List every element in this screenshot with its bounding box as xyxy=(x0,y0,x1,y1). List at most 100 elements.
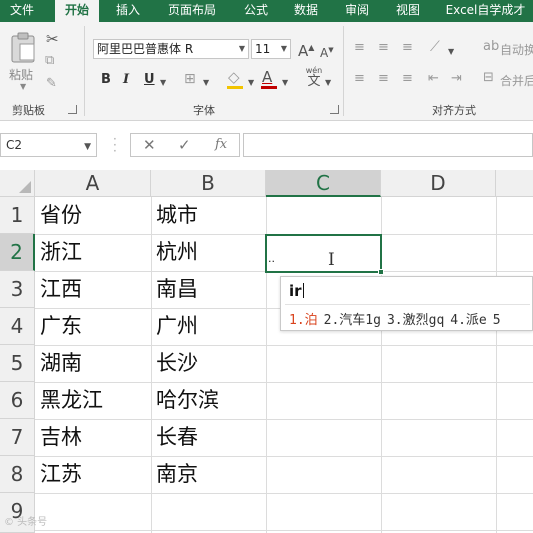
row-header[interactable]: 8 xyxy=(0,456,35,493)
cell-a4[interactable]: 广东 xyxy=(35,308,151,345)
ime-candidate[interactable]: 1.泊 xyxy=(289,313,318,328)
cut-icon[interactable]: ✂ xyxy=(46,32,59,47)
font-launcher-icon[interactable] xyxy=(330,105,339,114)
ime-candidate[interactable]: 5 xyxy=(493,313,501,328)
cell-b6[interactable]: 哈尔滨 xyxy=(151,382,266,419)
tab-file[interactable]: 文件 xyxy=(0,0,44,22)
alignment-group-label: 对齐方式 xyxy=(432,104,476,117)
ribbon: 粘贴 ▼ ✂ ⧉ ✎ 剪贴板 阿里巴巴普惠体 R ▼ 11 ▼ A▲ A▼ B … xyxy=(0,22,533,121)
align-top-icon[interactable]: ≡ xyxy=(354,41,365,55)
increase-indent-icon[interactable]: ⇥ xyxy=(451,72,462,86)
column-header-c[interactable]: C xyxy=(266,170,381,197)
paste-button[interactable]: 粘贴 ▼ xyxy=(6,32,40,91)
ime-candidate-list: 1.泊 2.汽车1g 3.激烈gq 4.派e 5 xyxy=(289,309,507,328)
align-right-icon[interactable]: ≡ xyxy=(402,72,413,86)
font-name-select[interactable]: 阿里巴巴普惠体 R ▼ xyxy=(93,39,249,59)
column-header-b[interactable]: B xyxy=(151,170,266,197)
font-color-icon[interactable]: A xyxy=(262,70,272,85)
tab-insert[interactable]: 插入 xyxy=(106,0,150,22)
cell-b3[interactable]: 南昌 xyxy=(151,271,266,308)
wrap-text-label[interactable]: 自动换 xyxy=(500,41,533,58)
align-bottom-icon[interactable]: ≡ xyxy=(402,41,413,55)
ribbon-tabbar: 文件 开始 插入 页面布局 公式 数据 审阅 视图 Excel自学成才 xyxy=(0,0,533,22)
row-header[interactable]: 5 xyxy=(0,345,35,382)
chevron-down-icon[interactable]: ▼ xyxy=(282,76,288,90)
tab-page-layout[interactable]: 页面布局 xyxy=(160,0,224,22)
cell-b5[interactable]: 长沙 xyxy=(151,345,266,382)
clipboard-launcher-icon[interactable] xyxy=(68,105,77,114)
phonetic-guide-button[interactable]: wén 文 xyxy=(302,66,326,92)
font-group-label: 字体 xyxy=(193,104,215,117)
row-header[interactable]: 3 xyxy=(0,271,35,308)
increase-font-icon[interactable]: A▲ xyxy=(298,41,314,59)
fill-handle[interactable] xyxy=(378,269,384,275)
cell-a1[interactable]: 省份 xyxy=(35,197,151,234)
insert-function-icon[interactable]: fx xyxy=(215,137,227,152)
row-header[interactable]: 7 xyxy=(0,419,35,456)
column-header-e[interactable] xyxy=(496,170,533,197)
cell-b4[interactable]: 广州 xyxy=(151,308,266,345)
row-header[interactable]: 4 xyxy=(0,308,35,345)
row-header[interactable]: 2 xyxy=(0,234,35,271)
group-divider xyxy=(343,26,344,116)
tab-excel-self-learning[interactable]: Excel自学成才 xyxy=(438,0,533,22)
merge-center-label[interactable]: 合并后 xyxy=(500,72,533,89)
enter-icon[interactable]: ✓ xyxy=(178,136,191,154)
orientation-icon[interactable]: ⟋ xyxy=(430,40,440,54)
chevron-down-icon[interactable]: ▼ xyxy=(325,76,331,90)
border-icon[interactable]: ⊞ xyxy=(184,72,196,86)
cell-b8[interactable]: 南京 xyxy=(151,456,266,493)
name-box[interactable]: C2 ▼ xyxy=(0,133,97,157)
name-box-value: C2 xyxy=(6,138,23,152)
ime-candidate[interactable]: 4.派e xyxy=(450,313,486,328)
select-all-button[interactable] xyxy=(0,170,35,197)
chevron-down-icon[interactable]: ▼ xyxy=(160,76,166,90)
fill-color-bar xyxy=(227,86,243,89)
decrease-font-icon[interactable]: A▼ xyxy=(320,43,334,60)
chevron-down-icon[interactable]: ▼ xyxy=(203,76,209,90)
chevron-down-icon[interactable]: ▼ xyxy=(448,45,454,59)
cell-a2[interactable]: 浙江 xyxy=(35,234,151,271)
merge-center-icon[interactable]: ⊟ xyxy=(483,71,494,85)
decrease-indent-icon[interactable]: ⇤ xyxy=(428,72,439,86)
row-header[interactable]: 1 xyxy=(0,197,35,234)
ime-candidate[interactable]: 3.激烈gq xyxy=(387,313,444,328)
align-center-icon[interactable]: ≡ xyxy=(378,72,389,86)
copy-icon[interactable]: ⧉ xyxy=(45,54,54,68)
ime-candidate[interactable]: 2.汽车1g xyxy=(324,313,381,328)
cell-a6[interactable]: 黑龙江 xyxy=(35,382,151,419)
watermark: © 头条号 xyxy=(4,517,48,528)
cell-b2[interactable]: 杭州 xyxy=(151,234,266,271)
align-middle-icon[interactable]: ≡ xyxy=(378,41,389,55)
fill-color-icon[interactable]: ◇ xyxy=(228,70,240,85)
column-header-a[interactable]: A xyxy=(35,170,151,197)
active-cell-c2[interactable] xyxy=(265,234,382,273)
worksheet-grid: A B C D 1 省份 城市 2 浙江 杭州 3 江西 南昌 4 广东 广州 … xyxy=(0,170,533,533)
font-name-value: 阿里巴巴普惠体 R xyxy=(97,42,194,56)
cell-b7[interactable]: 长春 xyxy=(151,419,266,456)
cell-a8[interactable]: 江苏 xyxy=(35,456,151,493)
underline-button[interactable]: U xyxy=(144,72,155,87)
formula-input[interactable] xyxy=(243,133,533,157)
wrap-text-icon[interactable]: ab xyxy=(483,40,499,54)
cancel-icon[interactable]: ✕ xyxy=(143,136,156,154)
column-header-d[interactable]: D xyxy=(381,170,496,197)
cell-a7[interactable]: 吉林 xyxy=(35,419,151,456)
gridline xyxy=(35,530,533,531)
font-size-select[interactable]: 11 ▼ xyxy=(251,39,291,59)
format-painter-icon[interactable]: ✎ xyxy=(46,77,57,91)
tab-view[interactable]: 视图 xyxy=(386,0,430,22)
chevron-down-icon[interactable]: ▼ xyxy=(248,76,254,90)
tab-home[interactable]: 开始 xyxy=(55,0,99,22)
italic-button[interactable]: I xyxy=(123,72,129,87)
align-left-icon[interactable]: ≡ xyxy=(354,72,365,86)
cell-b1[interactable]: 城市 xyxy=(151,197,266,234)
row-header[interactable]: 6 xyxy=(0,382,35,419)
tab-formulas[interactable]: 公式 xyxy=(234,0,278,22)
tab-review[interactable]: 审阅 xyxy=(335,0,379,22)
tab-data[interactable]: 数据 xyxy=(284,0,328,22)
group-divider xyxy=(84,26,85,116)
cell-a5[interactable]: 湖南 xyxy=(35,345,151,382)
cell-a3[interactable]: 江西 xyxy=(35,271,151,308)
bold-button[interactable]: B xyxy=(101,72,111,87)
